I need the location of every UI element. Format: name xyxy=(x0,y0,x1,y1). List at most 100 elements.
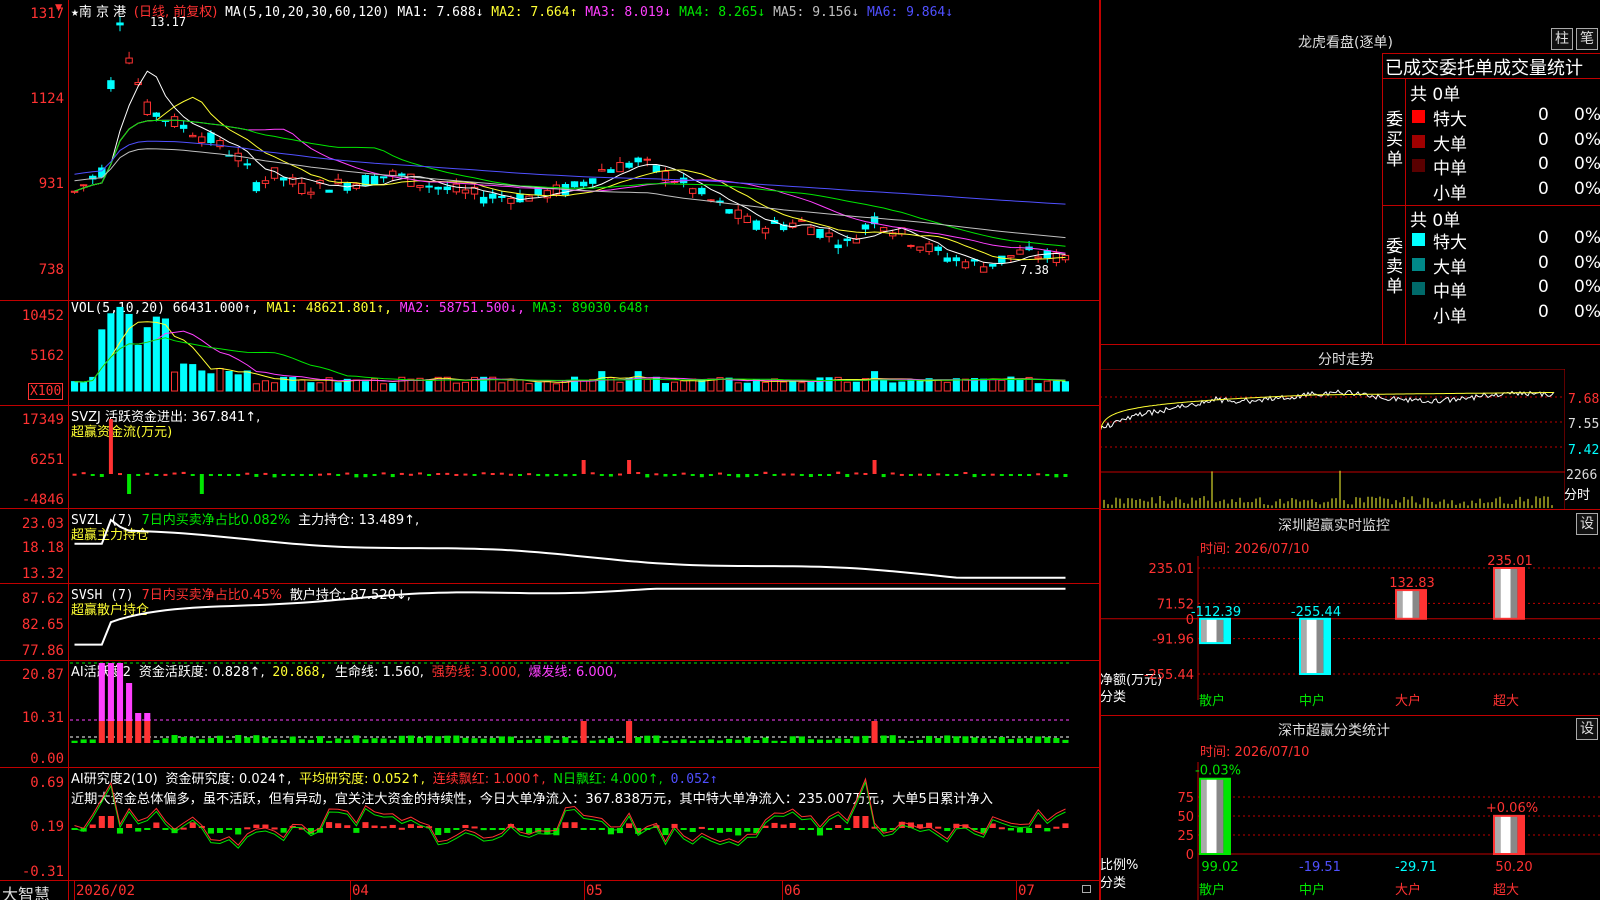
volume-bar xyxy=(125,313,133,392)
fund-flow-bar xyxy=(90,474,95,476)
candle xyxy=(443,186,451,191)
active-bar xyxy=(435,736,442,743)
stats-category: 大户 xyxy=(1395,882,1421,898)
sell-name: 特大 xyxy=(1433,233,1467,253)
date-tick: 04 xyxy=(352,883,369,899)
research-bar xyxy=(216,828,224,833)
tick-mode-button[interactable]: 笔 xyxy=(1576,28,1598,50)
monitor-value-label: 132.83 xyxy=(1389,576,1435,591)
date-tick: 2026/02 xyxy=(76,883,136,899)
main-chart-area[interactable]: ★南 京 港 (日线, 前复权) MA(5,10,20,30,60,120) M… xyxy=(0,0,1100,900)
buy-count: 0 xyxy=(1538,154,1549,174)
active-bar xyxy=(526,739,533,743)
research-bar xyxy=(362,822,369,828)
volume-bar xyxy=(843,381,851,392)
stats-tick: 50 xyxy=(1177,810,1194,825)
active-bar xyxy=(1026,738,1033,743)
vol-tick: 5162 xyxy=(30,348,64,364)
intraday-tick: 7.68 xyxy=(1568,392,1600,407)
active-bar xyxy=(189,737,196,743)
intraday-panel[interactable]: 分时走势 7.68 7.55 7.42 2266 分时 xyxy=(1100,345,1600,510)
research-bar xyxy=(335,823,342,828)
volume-bar xyxy=(807,381,815,392)
fund-flow-bar xyxy=(227,474,232,476)
retail-chart[interactable] xyxy=(70,584,1098,660)
main-force-chart[interactable] xyxy=(70,509,1098,583)
fund-flow-bar xyxy=(972,474,977,478)
volume-chart[interactable] xyxy=(70,301,1098,405)
active-bar xyxy=(280,739,287,743)
research-bar xyxy=(462,824,469,828)
active-bar xyxy=(871,721,878,743)
volume-bar xyxy=(552,383,560,392)
fund-flow-bar xyxy=(854,472,859,475)
volume-bar xyxy=(634,371,642,392)
fund-flow-bar xyxy=(245,472,250,475)
active-bar xyxy=(416,737,424,743)
research-bar xyxy=(835,825,842,828)
active-bar xyxy=(426,735,433,743)
monitor-category: 大户 xyxy=(1395,693,1421,709)
ai-research-chart[interactable] xyxy=(70,768,1098,880)
research-bar xyxy=(1035,824,1042,828)
research-bar xyxy=(326,822,333,828)
research-bar xyxy=(616,828,624,834)
active-bar xyxy=(589,740,596,743)
ai-research-tick: -0.31 xyxy=(21,864,64,880)
candle xyxy=(579,181,588,187)
active-bar xyxy=(816,739,824,743)
ai-active-tick: 0.00 xyxy=(30,751,64,767)
active-bar xyxy=(362,739,369,743)
volume-bar xyxy=(943,381,951,392)
sz-stats-settings-button[interactable]: 设 xyxy=(1576,718,1598,740)
volume-bar xyxy=(389,382,397,392)
active-bar xyxy=(826,739,833,743)
corner-arrow-icon[interactable]: ▼ xyxy=(55,0,62,14)
intraday-chart[interactable] xyxy=(1100,369,1565,510)
lock-icon[interactable] xyxy=(1082,885,1091,893)
column-mode-button[interactable]: 柱 xyxy=(1551,28,1573,50)
ai-active-chart[interactable] xyxy=(70,661,1098,767)
research-bar xyxy=(580,828,587,830)
volume-bar xyxy=(134,344,142,392)
volume-bar xyxy=(889,382,897,392)
research-bar xyxy=(826,828,833,830)
active-bar xyxy=(771,740,778,743)
active-bar xyxy=(235,735,242,743)
date-divider xyxy=(782,881,783,900)
monitor-bar xyxy=(1199,617,1231,645)
research-bar xyxy=(571,822,578,828)
sell-name: 大单 xyxy=(1433,257,1467,278)
active-bar xyxy=(71,740,78,743)
research-bar xyxy=(707,828,714,831)
active-bar xyxy=(126,721,133,743)
volume-bar xyxy=(216,367,224,392)
price-tick: 1124 xyxy=(30,91,64,107)
active-bar xyxy=(926,735,933,743)
fund-flow-bar xyxy=(327,473,332,476)
candle xyxy=(416,185,424,188)
svzl-tick: 13.32 xyxy=(21,566,64,582)
volume-bar xyxy=(452,382,460,392)
candle xyxy=(398,173,406,176)
volume-bar xyxy=(871,371,879,392)
buy-label-line xyxy=(1405,79,1406,205)
right-panel-border xyxy=(1100,0,1101,900)
fund-flow-chart[interactable] xyxy=(70,406,1098,508)
candle xyxy=(979,266,988,273)
candlestick-chart[interactable] xyxy=(70,0,1098,300)
sz-monitor-settings-button[interactable]: 设 xyxy=(1576,513,1598,535)
sell-label: 委卖单 xyxy=(1386,237,1403,297)
candle xyxy=(816,228,824,238)
volume-bar xyxy=(271,382,279,392)
research-bar xyxy=(526,828,533,834)
fund-flow-bar xyxy=(136,474,141,476)
fund-flow-bar xyxy=(390,474,395,478)
active-bar xyxy=(489,737,496,743)
research-bar xyxy=(135,828,142,832)
volume-bar xyxy=(352,379,360,392)
active-bar xyxy=(444,735,451,743)
active-bar xyxy=(453,735,460,743)
fund-flow-bar xyxy=(181,471,186,474)
research-bar xyxy=(1053,826,1060,829)
